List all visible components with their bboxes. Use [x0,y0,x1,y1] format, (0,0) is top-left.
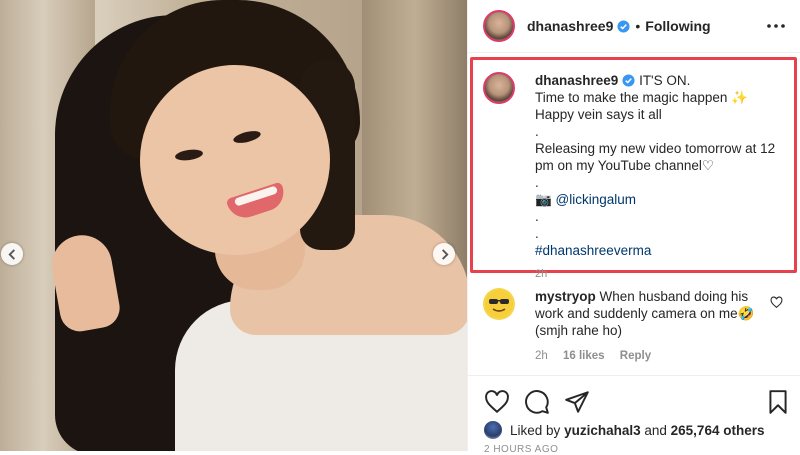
more-options-icon[interactable] [765,15,787,37]
post-photo [0,0,467,451]
comment-body: mystryop When husband doing his work and… [535,288,760,365]
caption-line: IT'S ON. [639,73,691,88]
separator-dot: • [635,18,641,34]
post-side-panel: dhanashree9 • Following dhanashree9 IT'S… [467,0,800,455]
caption-username[interactable]: dhanashree9 [535,73,618,88]
liker-avatar[interactable] [484,421,502,439]
chevron-left-icon [7,248,15,260]
caption-time[interactable]: 2h [535,266,790,283]
comment-time[interactable]: 2h [535,350,548,362]
carousel-prev-button[interactable] [1,243,23,265]
comment-reply-button[interactable]: Reply [620,350,651,362]
action-bar: Liked by yuzichahal3 and 265,764 others … [468,375,800,455]
verified-badge-icon [622,74,635,87]
caption-line: . [535,209,539,224]
likes-summary: Liked by yuzichahal3 and 265,764 others [484,421,764,439]
comment-meta: 2h 16 likes Reply [535,348,760,365]
commenter-username[interactable]: mystryop [535,289,596,304]
caption-body: dhanashree9 IT'S ON. Time to make the ma… [535,72,790,283]
carousel-next-button[interactable] [433,243,455,265]
author-avatar[interactable] [483,10,515,42]
caption-line: . [535,226,539,241]
comment-bubble-icon[interactable] [524,389,550,415]
sunglasses-emoji-icon [485,290,513,318]
like-heart-icon[interactable] [484,389,510,415]
share-paper-plane-icon[interactable] [564,389,590,415]
commenter-avatar[interactable] [483,288,515,320]
verified-badge-icon [617,19,630,33]
chevron-right-icon [441,248,449,260]
caption-line-first: dhanashree9 IT'S ON. [535,73,690,88]
photographer-mention-link[interactable]: 📷 @lickingalum [535,191,790,208]
likes-others-count[interactable]: 265,764 others [671,423,765,438]
post-header: dhanashree9 • Following [468,0,800,53]
post-timestamp[interactable]: 2 HOURS AGO [484,444,558,455]
caption-line: Happy vein says it all [535,107,662,122]
caption-line: . [535,175,539,190]
hashtag-link[interactable]: #dhanashreeverma [535,242,790,259]
caption-avatar[interactable] [483,72,515,104]
author-username[interactable]: dhanashree9 [527,18,613,34]
caption-line: Time to make the magic happen ✨ [535,90,748,105]
following-button[interactable]: Following [645,18,710,34]
likes-prefix: Liked by [510,422,561,438]
liker-username[interactable]: yuzichahal3 [564,423,641,438]
caption-line: Releasing my new video tomorrow at 12 pm… [535,141,776,173]
caption-line: . [535,124,539,139]
comment-likes[interactable]: 16 likes [563,350,605,362]
likes-joiner: and [644,422,667,438]
comment-like-heart-icon[interactable] [770,296,783,309]
save-bookmark-icon[interactable] [765,389,791,415]
